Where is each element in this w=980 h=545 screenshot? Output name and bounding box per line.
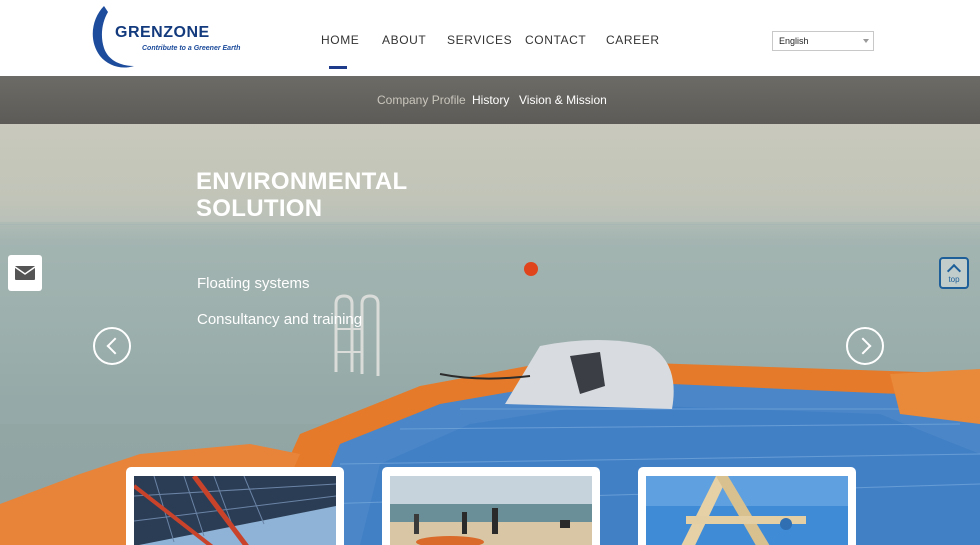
dropdown-arrow-icon: [863, 39, 869, 43]
subnav-company-profile[interactable]: Company Profile: [377, 93, 466, 107]
hero-item-floating: Floating systems: [197, 275, 310, 292]
mail-button[interactable]: [8, 255, 42, 291]
nav-career[interactable]: CAREER: [606, 33, 660, 47]
card-image-beach: [390, 476, 592, 545]
site-header: GRENZONE Contribute to a Greener Earth H…: [0, 0, 980, 76]
nav-active-indicator: [329, 66, 347, 69]
language-selected: English: [779, 36, 809, 46]
service-card-solar[interactable]: [126, 467, 344, 545]
nav-services[interactable]: SERVICES: [447, 33, 512, 47]
hero-item-consultancy: Consultancy and training: [197, 311, 363, 328]
back-to-top-button[interactable]: top: [939, 257, 969, 289]
mail-icon: [14, 266, 36, 280]
card-image-structure: [646, 476, 848, 545]
hero-title: ENVIRONMENTAL SOLUTION: [196, 168, 407, 222]
subnav-history[interactable]: History: [472, 93, 509, 107]
card-image-solar: [134, 476, 336, 545]
service-card-beach[interactable]: [382, 467, 600, 545]
slider-next-button[interactable]: [846, 327, 884, 365]
back-to-top-label: top: [948, 275, 960, 284]
service-card-structure[interactable]: [638, 467, 856, 545]
subnav-vision-mission[interactable]: Vision & Mission: [519, 93, 607, 107]
slider-prev-button[interactable]: [93, 327, 131, 365]
nav-home[interactable]: HOME: [321, 33, 359, 47]
nav-contact[interactable]: CONTACT: [525, 33, 586, 47]
chevron-left-icon: [106, 337, 124, 355]
chevron-right-icon: [854, 337, 872, 355]
language-select[interactable]: English: [772, 31, 874, 51]
nav-about[interactable]: ABOUT: [382, 33, 426, 47]
hero-title-line2: SOLUTION: [196, 195, 323, 222]
hero-title-line1: ENVIRONMENTAL: [196, 168, 408, 195]
sub-nav: Company Profile History Vision & Mission: [0, 76, 980, 124]
